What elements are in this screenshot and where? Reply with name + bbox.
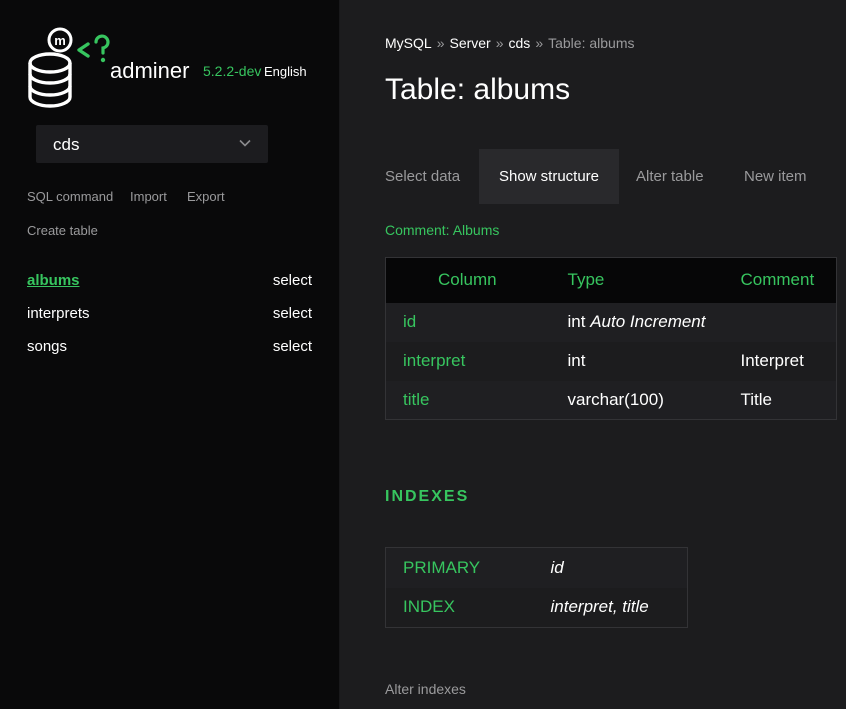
table-row: INDEX interpret, title — [385, 587, 688, 628]
table-header-row: Column Type Comment — [385, 257, 837, 303]
breadcrumb-current: Table: albums — [548, 35, 635, 51]
select-link-songs[interactable]: select — [273, 338, 312, 355]
tab-show-structure[interactable]: Show structure — [479, 149, 619, 204]
tab-select-data[interactable]: Select data — [385, 149, 460, 204]
indexes-heading: INDEXES — [385, 488, 470, 505]
alter-indexes-link[interactable]: Alter indexes — [385, 681, 466, 697]
column-comment: Interpret — [723, 341, 837, 381]
column-type: int — [565, 341, 724, 381]
language-selector[interactable]: English — [264, 64, 307, 79]
indexes-table: PRIMARY id INDEX interpret, title — [385, 547, 688, 628]
column-type: int Auto Increment — [565, 302, 724, 342]
create-table-link[interactable]: Create table — [27, 223, 98, 238]
database-select[interactable]: cds — [36, 125, 268, 163]
index-columns: id — [550, 547, 688, 588]
index-kind: PRIMARY — [385, 547, 551, 588]
tab-new-item[interactable]: New item — [744, 149, 807, 204]
sql-command-link[interactable]: SQL command — [27, 189, 113, 204]
header-comment: Comment — [723, 257, 837, 303]
select-link-interprets[interactable]: select — [273, 305, 312, 322]
table-row: title varchar(100) Title — [385, 380, 837, 420]
index-kind: INDEX — [385, 587, 551, 628]
columns-table: Column Type Comment id int Auto Incremen… — [385, 257, 837, 420]
breadcrumb-database[interactable]: cds — [509, 35, 531, 51]
version-label: 5.2.2-dev — [203, 63, 262, 79]
select-link-albums[interactable]: select — [273, 272, 312, 289]
header-column: Column — [385, 257, 566, 303]
table-link-interprets[interactable]: interprets — [27, 305, 90, 322]
header-type: Type — [565, 257, 724, 303]
brand-name[interactable]: adminer — [110, 58, 189, 84]
table-comment: Comment: Albums — [385, 222, 500, 238]
breadcrumb-separator: » — [495, 35, 504, 51]
breadcrumb-mysql[interactable]: MySQL — [385, 35, 432, 51]
page-title: Table: albums — [385, 73, 571, 106]
table-link-albums[interactable]: albums — [27, 272, 80, 289]
column-name: id — [385, 302, 566, 342]
table-link-songs[interactable]: songs — [27, 338, 67, 355]
column-type: varchar(100) — [565, 380, 724, 420]
tab-alter-table[interactable]: Alter table — [636, 149, 704, 204]
table-row: interpret int Interpret — [385, 341, 837, 381]
breadcrumb-server[interactable]: Server — [449, 35, 490, 51]
column-comment — [723, 302, 837, 342]
export-link[interactable]: Export — [187, 189, 225, 204]
column-extra: Auto Increment — [590, 312, 706, 331]
adminer-database-logo-icon[interactable]: m — [26, 26, 116, 110]
column-type-value: int — [567, 312, 586, 331]
breadcrumb-separator: » — [436, 35, 445, 51]
sidebar: m adminer 5.2.2-dev English cds SQL comm… — [0, 0, 340, 709]
column-name: interpret — [385, 341, 566, 381]
breadcrumb: MySQL» Server» cds» Table: albums — [385, 35, 635, 51]
index-columns: interpret, title — [550, 587, 688, 628]
table-row: id int Auto Increment — [385, 302, 837, 342]
chevron-down-icon — [239, 139, 251, 147]
table-row: PRIMARY id — [385, 547, 688, 588]
column-comment: Title — [723, 380, 837, 420]
database-select-value: cds — [53, 135, 80, 154]
breadcrumb-separator: » — [535, 35, 544, 51]
column-name: title — [385, 380, 566, 420]
import-link[interactable]: Import — [130, 189, 167, 204]
svg-text:m: m — [54, 33, 66, 48]
